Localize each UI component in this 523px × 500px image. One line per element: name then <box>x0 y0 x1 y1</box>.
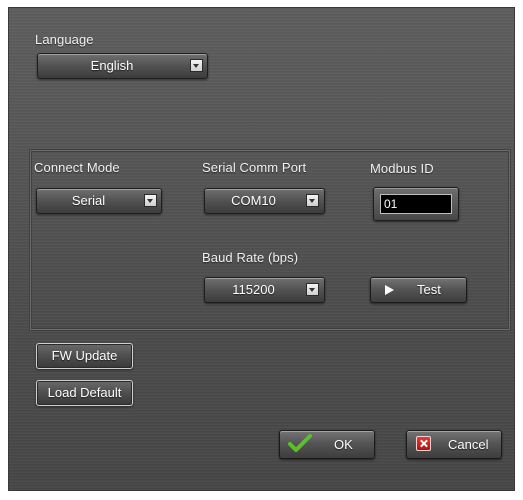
baud-rate-select[interactable]: 115200 <box>204 277 325 303</box>
cancel-button-label: Cancel <box>448 437 489 452</box>
dropdown-arrow-icon[interactable] <box>306 194 319 207</box>
language-select[interactable]: English <box>37 53 208 79</box>
language-select-value: English <box>90 58 134 73</box>
baud-rate-value: 115200 <box>232 282 275 297</box>
test-button[interactable]: Test <box>370 277 467 303</box>
fw-update-button[interactable]: FW Update <box>36 343 133 369</box>
dropdown-arrow-icon[interactable] <box>190 59 203 72</box>
checkmark-icon <box>288 434 312 452</box>
test-button-label: Test <box>417 282 441 297</box>
load-default-button[interactable]: Load Default <box>36 380 133 406</box>
serial-port-value: COM10 <box>231 193 276 208</box>
play-icon <box>385 285 394 295</box>
dropdown-arrow-icon[interactable] <box>306 283 319 296</box>
language-label: Language <box>35 32 94 47</box>
close-x-icon <box>416 436 431 451</box>
ok-button-label: OK <box>334 437 353 452</box>
dropdown-arrow-icon[interactable] <box>144 194 157 207</box>
connect-mode-select[interactable]: Serial <box>36 188 162 214</box>
settings-panel: Language English Connect Mode Serial Ser… <box>8 7 515 491</box>
modbus-id-label: Modbus ID <box>370 161 434 176</box>
modbus-id-input[interactable] <box>380 194 452 214</box>
serial-port-select[interactable]: COM10 <box>204 188 325 214</box>
connect-mode-value: Serial <box>71 193 106 208</box>
connection-group <box>30 150 510 330</box>
modbus-id-frame <box>373 187 459 221</box>
serial-port-label: Serial Comm Port <box>202 160 307 175</box>
connect-mode-label: Connect Mode <box>34 160 120 175</box>
baud-rate-label: Baud Rate (bps) <box>202 250 299 265</box>
cancel-button[interactable]: Cancel <box>406 430 502 459</box>
ok-button[interactable]: OK <box>279 430 375 459</box>
